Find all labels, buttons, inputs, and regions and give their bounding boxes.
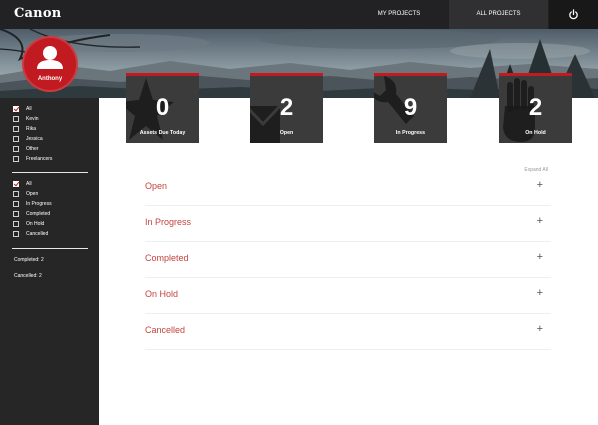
sidebar-divider [12,172,88,173]
section-open[interactable]: Open + [145,170,551,206]
stat-label: On Hold [525,130,546,136]
section-on-hold[interactable]: On Hold + [145,278,551,314]
checkbox[interactable] [13,106,19,112]
nav-my-projects[interactable]: MY PROJECTS [350,0,448,29]
people-filter-all[interactable]: All [13,104,52,114]
status-filter-in-progress[interactable]: In Progress [13,199,52,209]
stat-value: 0 [155,94,170,121]
checkbox[interactable] [13,136,19,142]
summary-cancelled: Cancelled: 2 [14,273,42,279]
user-icon [37,46,63,69]
sidebar-divider [12,248,88,249]
nav-all-projects[interactable]: ALL PROJECTS [449,0,548,29]
stat-label: Open [279,130,294,136]
stat-value: 2 [528,94,543,121]
stat-value: 9 [403,94,418,121]
section-title: On Hold [145,289,179,299]
people-filter-jessica[interactable]: Jessica [13,134,52,144]
stat-label: Assets Due Today [139,130,186,136]
user-name: Anthony [37,76,63,82]
expand-plus-icon[interactable]: + [537,216,543,227]
status-filter-completed[interactable]: Completed [13,209,52,219]
people-filter-other[interactable]: Other [13,144,52,154]
section-title: Cancelled [145,325,186,335]
stat-label: In Progress [395,130,426,136]
checkbox[interactable] [13,126,19,132]
expand-plus-icon[interactable]: + [537,252,543,263]
checkbox[interactable] [13,231,19,237]
checkbox[interactable] [13,156,19,162]
people-filter-rika[interactable]: Rika [13,124,52,134]
section-cancelled[interactable]: Cancelled + [145,314,551,350]
checkbox[interactable] [13,181,19,187]
section-completed[interactable]: Completed + [145,242,551,278]
section-title: Completed [145,253,189,263]
expand-plus-icon[interactable]: + [537,324,543,335]
status-filter-list: All Open In Progress Completed On Hold C… [13,179,52,239]
section-in-progress[interactable]: In Progress + [145,206,551,242]
stat-card-on-hold[interactable]: 2 On Hold [499,73,572,143]
section-title: Open [145,181,168,191]
expand-plus-icon[interactable]: + [537,288,543,299]
expand-plus-icon[interactable]: + [537,180,543,191]
power-button[interactable] [549,0,598,29]
stat-card-open[interactable]: 2 Open [250,73,323,143]
checkbox[interactable] [13,211,19,217]
checkbox[interactable] [13,201,19,207]
checkbox[interactable] [13,191,19,197]
canon-logo[interactable]: Canon [14,6,61,21]
status-filter-on-hold[interactable]: On Hold [13,219,52,229]
stat-value: 2 [279,94,294,121]
checkbox[interactable] [13,221,19,227]
section-title: In Progress [145,217,192,227]
stat-card-in-progress[interactable]: 9 In Progress [374,73,447,143]
top-bar: Canon MY PROJECTS ALL PROJECTS [0,0,598,29]
people-filter-freelancers[interactable]: Freelancers [13,154,52,164]
people-filter-list: All Kevin Rika Jessica Other Freelancers [13,104,52,164]
checkbox[interactable] [13,116,19,122]
people-filter-kevin[interactable]: Kevin [13,114,52,124]
status-filter-open[interactable]: Open [13,189,52,199]
status-filter-cancelled[interactable]: Cancelled [13,229,52,239]
summary-completed: Completed: 2 [14,257,44,263]
sidebar: All Kevin Rika Jessica Other Freelancers… [0,98,99,425]
checkbox[interactable] [13,146,19,152]
power-icon [569,9,578,20]
stat-card-assets-due-today[interactable]: 0 Assets Due Today [126,73,199,143]
status-filter-all[interactable]: All [13,179,52,189]
user-avatar[interactable]: Anthony [22,36,78,92]
